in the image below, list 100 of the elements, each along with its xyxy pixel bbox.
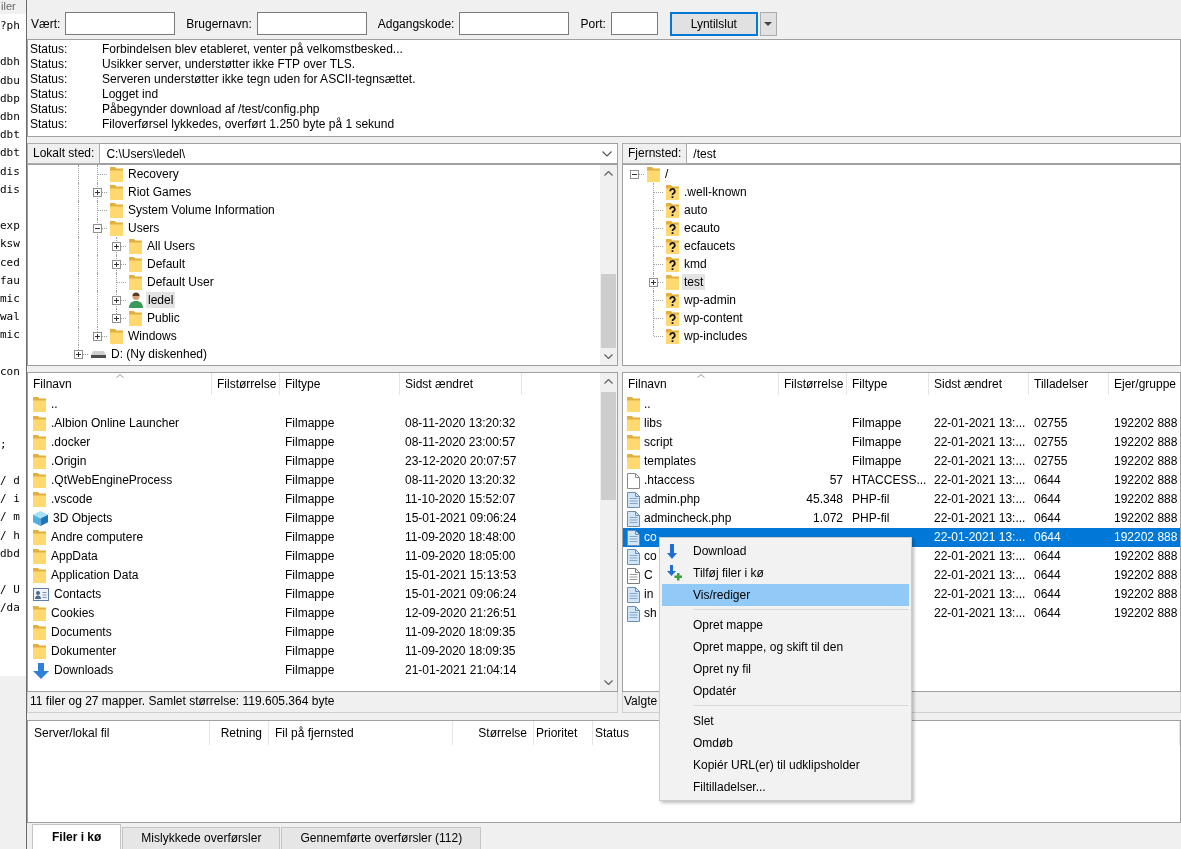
dropdown-button[interactable] [759,11,777,36]
menu-item[interactable]: Download [662,540,909,562]
tree-item[interactable]: ecauto [682,220,723,236]
column-header[interactable]: Filtype [847,373,929,395]
file-name[interactable]: 3D Objects [53,509,113,528]
tree-item[interactable]: ledel [146,292,176,308]
file-name[interactable]: Andre computere [51,528,144,547]
tree-item[interactable]: ecfaucets [682,238,738,254]
quickconnect-button[interactable]: Lyntilslut [669,11,758,36]
tree-item[interactable]: D: (Ny diskenhed) [109,346,210,362]
column-header[interactable]: Fil på fjernsted [269,721,453,745]
expand-icon[interactable] [112,296,121,305]
column-header[interactable]: Filstørrelse [779,373,847,395]
scroll-down-icon[interactable] [604,680,613,685]
column-header[interactable]: Sidst ændret [400,373,522,395]
menu-item[interactable]: Slet [662,710,909,732]
file-name[interactable]: Dokumenter [51,642,117,661]
file-name[interactable]: libs [644,414,662,433]
file-name[interactable]: .Albion Online Launcher [51,414,180,433]
tree-item[interactable]: auto [682,202,710,218]
menu-item[interactable]: Opret mappe [662,614,909,636]
column-header[interactable]: Sidst ændret [929,373,1029,395]
file-name[interactable]: Application Data [51,566,139,585]
column-header[interactable]: Størrelse [453,721,534,745]
tab[interactable]: Gennemførte overførsler (112) [281,827,482,849]
file-name[interactable]: .vscode [51,490,93,509]
file-name[interactable]: co [644,547,657,566]
file-name[interactable]: in [644,585,654,604]
tree-item[interactable]: / [663,166,671,182]
tree-item[interactable]: Default User [145,274,216,290]
expand-icon[interactable] [649,278,658,287]
vertical-scrollbar[interactable] [600,373,617,691]
text-field[interactable] [459,12,570,35]
scroll-up-icon[interactable] [604,379,613,384]
tree-item[interactable]: wp-admin [682,292,739,308]
tree-item[interactable]: Riot Games [126,184,194,200]
tree-item[interactable]: Users [126,220,162,236]
column-header[interactable]: Ejer/gruppe [1109,373,1180,395]
expand-icon[interactable] [93,332,102,341]
menu-item[interactable]: Tilføj filer i kø [662,562,909,584]
menu-item[interactable]: Filtilladelser... [662,776,909,798]
text-field[interactable] [65,12,176,35]
expand-icon[interactable] [74,350,83,359]
file-name[interactable]: AppData [51,547,98,566]
scroll-down-icon[interactable] [604,354,613,359]
file-name[interactable]: .. [644,395,651,414]
menu-item[interactable]: Opdatér [662,680,909,702]
chevron-down-icon[interactable] [602,150,612,157]
tree-item[interactable]: System Volume Information [126,202,277,218]
file-name[interactable]: .docker [51,433,91,452]
menu-item[interactable]: Vis/rediger [662,584,909,606]
file-name[interactable]: Downloads [54,661,114,680]
file-name[interactable]: sh [644,604,657,623]
column-header[interactable]: Filnavn [28,373,212,395]
scroll-up-icon[interactable] [604,171,613,176]
tree-item[interactable]: Default [145,256,188,272]
column-header[interactable]: Server/lokal fil [28,721,210,745]
tab[interactable]: Mislykkede overførsler [122,827,281,849]
path-field[interactable]: C:\Users\ledel\ [100,143,618,164]
expand-icon[interactable] [112,242,121,251]
file-name[interactable]: Contacts [54,585,102,604]
menu-item[interactable]: Kopiér URL(er) til udklipsholder [662,754,909,776]
tree-item[interactable]: Windows [126,328,179,344]
collapse-icon[interactable] [630,170,639,179]
text-field[interactable] [256,12,367,35]
file-name[interactable]: .htaccess [644,471,695,490]
file-name[interactable]: templates [644,452,697,471]
tab[interactable]: Filer i kø [32,824,122,849]
file-name[interactable]: script [644,433,673,452]
column-header[interactable]: Tilladelser [1029,373,1109,395]
menu-item[interactable]: Opret mappe, og skift til den [662,636,909,658]
file-name[interactable]: .Origin [51,452,87,471]
file-name[interactable]: .QtWebEngineProcess [51,471,173,490]
file-name[interactable]: Documents [51,623,112,642]
file-name[interactable]: .. [51,395,58,414]
expand-icon[interactable] [112,260,121,269]
path-field[interactable]: /test [687,143,1181,164]
column-header[interactable]: Filtype [280,373,400,395]
tree-item[interactable]: wp-content [682,310,745,326]
tree-item[interactable]: .well-known [682,184,749,200]
scrollbar-thumb[interactable] [601,392,616,500]
column-header[interactable]: Filnavn [623,373,779,395]
column-header[interactable]: Retning [210,721,269,745]
scrollbar-thumb[interactable] [601,274,616,348]
tree-item[interactable]: All Users [145,238,197,254]
tree-item[interactable]: kmd [682,256,709,272]
tree-item[interactable]: test [682,274,706,290]
expand-icon[interactable] [112,314,121,323]
collapse-icon[interactable] [93,224,102,233]
tree-item[interactable]: Public [145,310,182,326]
menu-item[interactable]: Opret ny fil [662,658,909,680]
file-name[interactable]: co [644,528,657,547]
text-field[interactable] [610,12,658,35]
tree-item[interactable]: wp-includes [682,328,750,344]
file-name[interactable]: C [644,566,653,585]
tree-item[interactable]: Recovery [126,166,181,182]
file-name[interactable]: admin.php [644,490,701,509]
column-header[interactable]: Prioritet [534,721,593,745]
file-name[interactable]: Cookies [51,604,95,623]
column-header[interactable]: Filstørrelse [212,373,280,395]
